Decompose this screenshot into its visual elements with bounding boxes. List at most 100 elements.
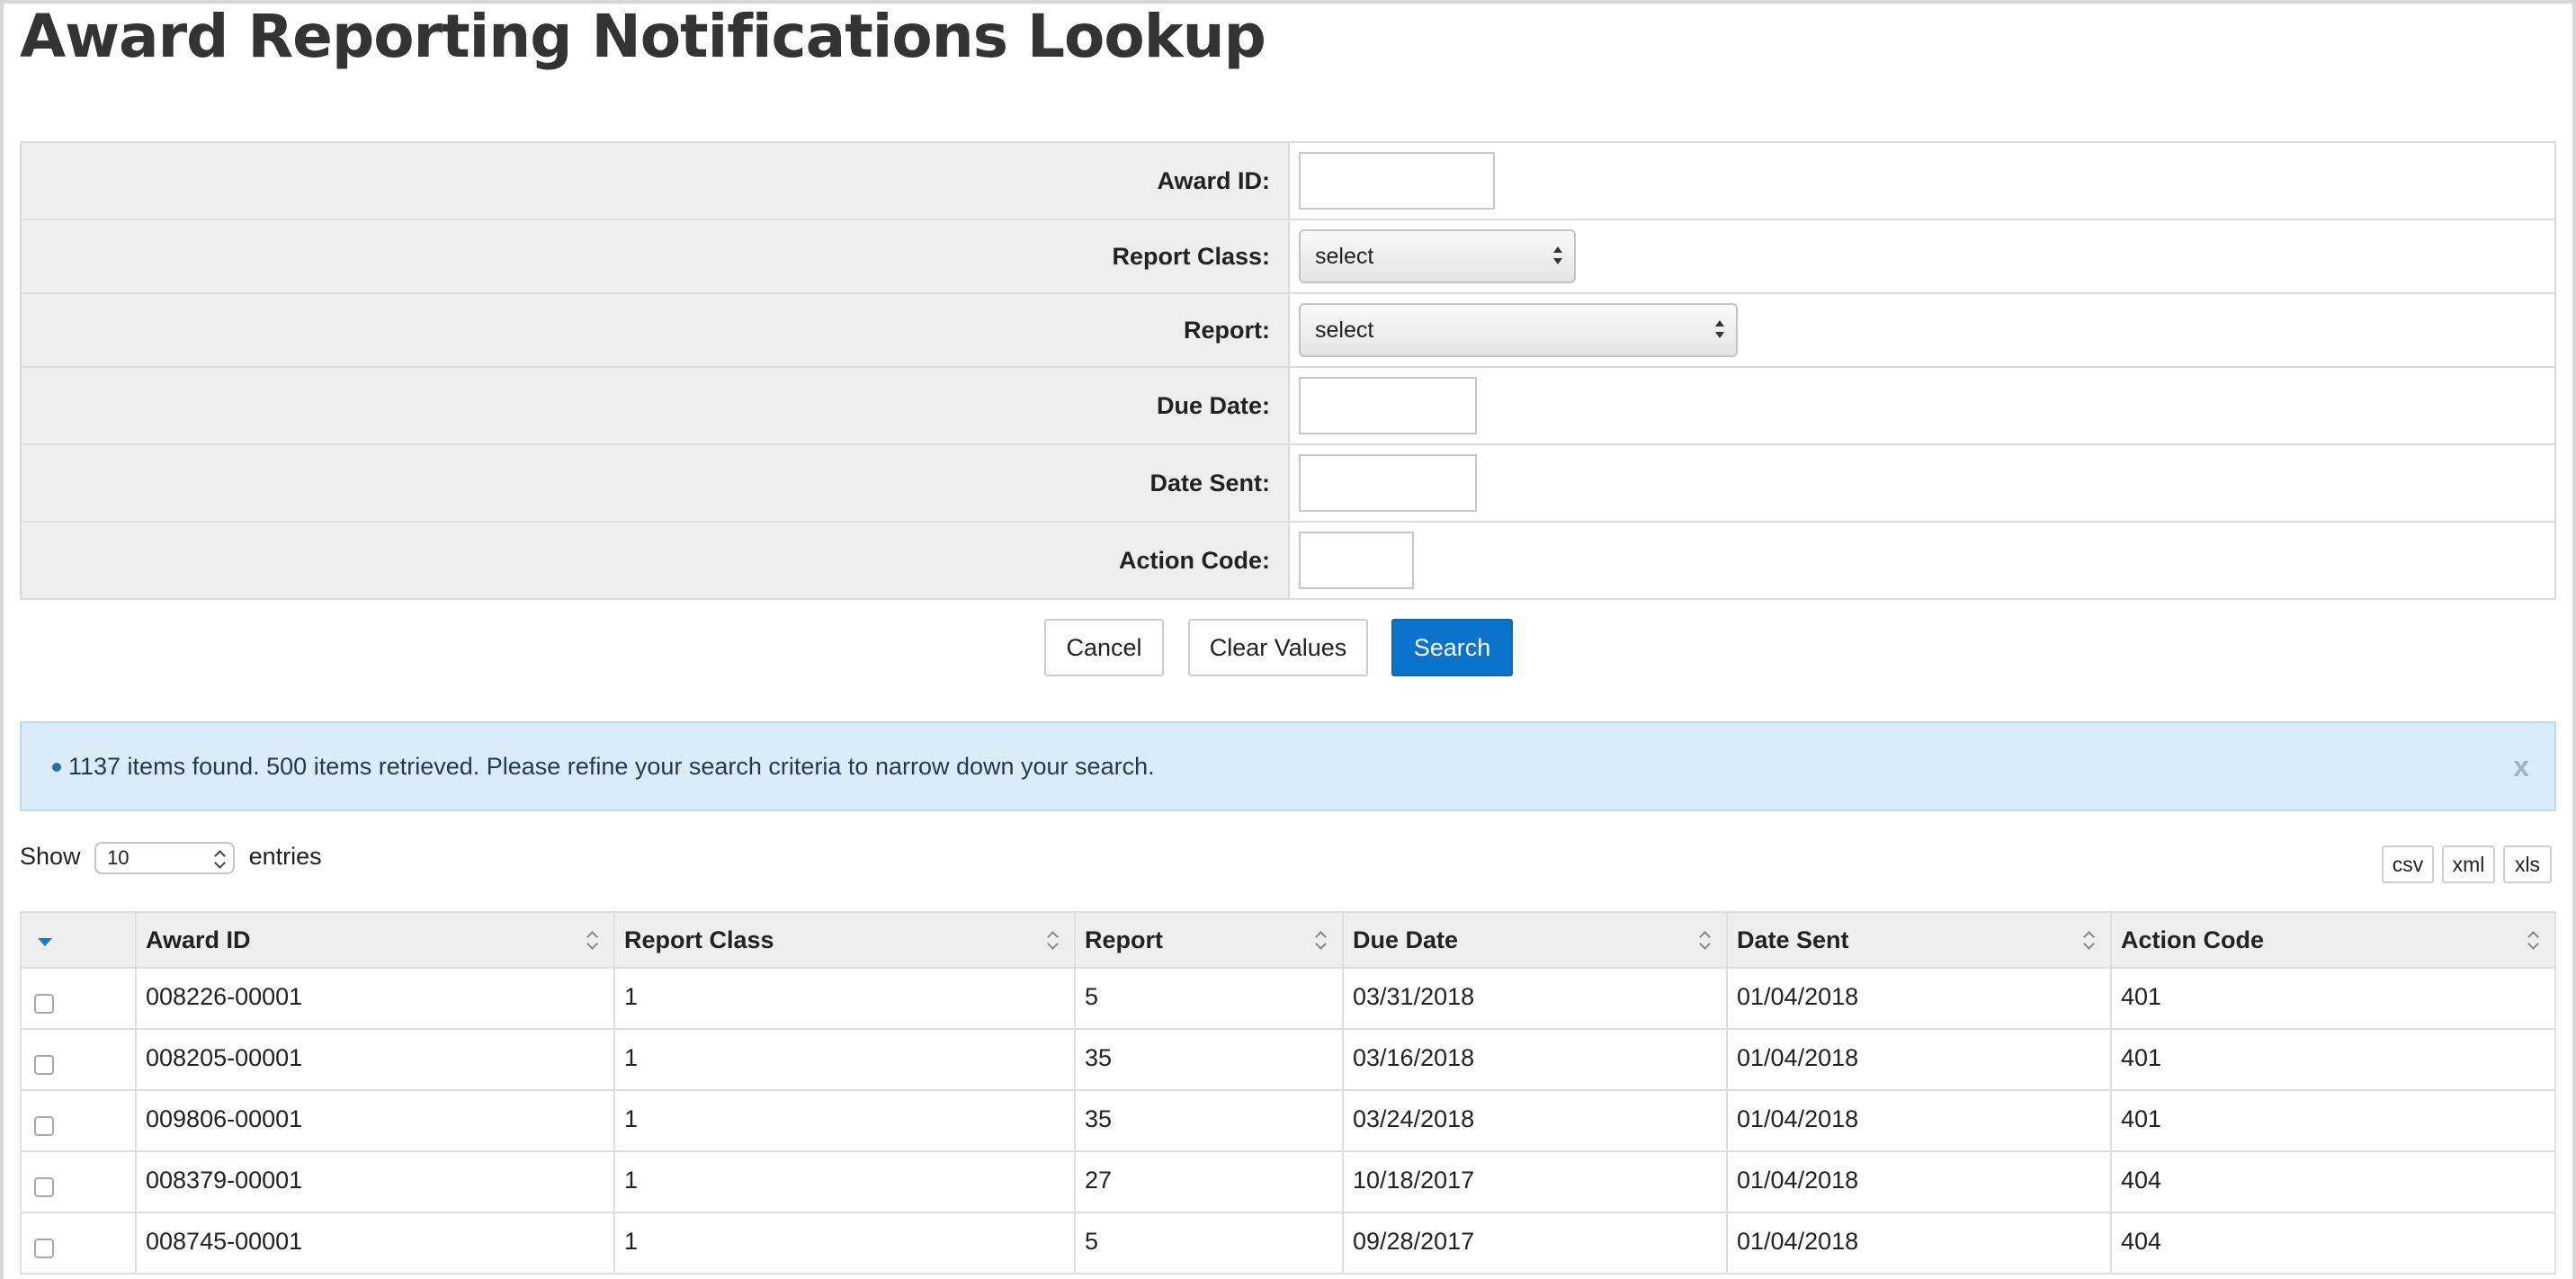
sort-icon: [1049, 929, 1060, 953]
row-checkbox[interactable]: [34, 1177, 54, 1197]
column-header-label: Date Sent: [1737, 926, 1849, 953]
entries-label: entries: [248, 843, 322, 871]
table-row[interactable]: 008226-00001 1 5 03/31/2018 01/04/2018 4…: [20, 967, 2556, 1030]
row-checkbox-cell: [20, 1212, 137, 1275]
row-checkbox-cell: [20, 967, 137, 1030]
award-id-cell: 008205-00001: [135, 1028, 615, 1091]
report-class-cell: 1: [613, 1212, 1076, 1275]
export-xml-button[interactable]: xml: [2442, 845, 2495, 883]
report-class-label: Report Class:: [20, 219, 1290, 294]
award-id-label: Award ID:: [20, 141, 1290, 220]
column-header-date-sent[interactable]: Date Sent: [1726, 911, 2112, 969]
page-length-select[interactable]: 10: [94, 842, 236, 874]
export-xls-button[interactable]: xls: [2503, 845, 2552, 883]
action-code-label: Action Code:: [20, 521, 1290, 600]
report-class-value: select: [1315, 244, 1374, 269]
column-header-label: Due Date: [1353, 926, 1459, 953]
table-row[interactable]: 009806-00001 1 35 03/24/2018 01/04/2018 …: [20, 1089, 2556, 1152]
chevron-updown-icon: [215, 847, 226, 872]
report-class-cell: 1: [613, 1028, 1076, 1091]
column-header-label: Action Code: [2121, 926, 2264, 953]
table-row[interactable]: 008205-00001 1 35 03/16/2018 01/04/2018 …: [20, 1028, 2556, 1091]
row-checkbox-cell: [20, 1089, 137, 1152]
due-date-cell: 10/18/2017: [1342, 1150, 1728, 1213]
column-header-due-date[interactable]: Due Date: [1342, 911, 1728, 969]
award-id-input[interactable]: [1299, 152, 1495, 210]
page-length-value: 10: [107, 846, 130, 869]
row-checkbox[interactable]: [34, 994, 54, 1014]
report-cell: 35: [1074, 1089, 1344, 1152]
column-header-label: Award ID: [146, 926, 251, 953]
award-id-cell: 008379-00001: [135, 1150, 615, 1213]
page-title: Award Reporting Notifications Lookup: [20, 2, 1266, 71]
cancel-button[interactable]: Cancel: [1044, 619, 1164, 676]
results-message: 1137 items found. 500 items retrieved. P…: [68, 753, 1155, 780]
row-checkbox-cell: [20, 1028, 137, 1091]
caret-down-icon: [38, 938, 52, 946]
column-header-action-code[interactable]: Action Code: [2110, 911, 2556, 969]
date-sent-cell: 01/04/2018: [1726, 1212, 2112, 1275]
select-column-header[interactable]: [20, 911, 137, 969]
due-date-cell: 03/24/2018: [1342, 1089, 1728, 1152]
row-checkbox[interactable]: [34, 1055, 54, 1075]
report-class-cell: 1: [613, 967, 1076, 1030]
row-checkbox-cell: [20, 1150, 137, 1213]
column-header-report-class[interactable]: Report Class: [613, 911, 1076, 969]
report-class-select[interactable]: select: [1299, 229, 1576, 283]
date-sent-cell: 01/04/2018: [1726, 1150, 2112, 1213]
action-code-cell: 404: [2110, 1150, 2556, 1213]
action-code-cell: 404: [2110, 1212, 2556, 1275]
clear-values-button[interactable]: Clear Values: [1188, 619, 1368, 676]
column-header-award-id[interactable]: Award ID: [135, 911, 615, 969]
table-row[interactable]: 008379-00001 1 27 10/18/2017 01/04/2018 …: [20, 1150, 2556, 1213]
search-button[interactable]: Search: [1391, 619, 1513, 676]
row-checkbox[interactable]: [34, 1239, 54, 1258]
due-date-label: Due Date:: [20, 366, 1290, 445]
sort-icon: [588, 929, 599, 953]
sort-icon: [1317, 929, 1328, 953]
due-date-input[interactable]: [1299, 377, 1477, 434]
export-csv-button[interactable]: csv: [2382, 845, 2434, 883]
select-arrows-icon: [1714, 315, 1725, 345]
select-arrows-icon: [1552, 241, 1563, 272]
report-cell: 5: [1074, 1212, 1344, 1275]
action-code-cell: 401: [2110, 1089, 2556, 1152]
column-header-report[interactable]: Report: [1074, 911, 1344, 969]
report-class-cell: 1: [613, 1089, 1076, 1152]
report-cell: 27: [1074, 1150, 1344, 1213]
page-length-control: Show 10 entries: [20, 842, 322, 874]
date-sent-input[interactable]: [1299, 454, 1477, 512]
column-header-label: Report Class: [624, 926, 774, 953]
date-sent-cell: 01/04/2018: [1726, 1089, 2112, 1152]
report-cell: 35: [1074, 1028, 1344, 1091]
show-label: Show: [20, 843, 81, 871]
award-id-cell: 009806-00001: [135, 1089, 615, 1152]
lookup-form: Award ID: Report Class: select Report: s…: [20, 141, 2556, 600]
award-id-cell: 008745-00001: [135, 1212, 615, 1275]
due-date-cell: 09/28/2017: [1342, 1212, 1728, 1275]
row-checkbox[interactable]: [34, 1116, 54, 1136]
column-header-label: Report: [1085, 926, 1163, 953]
action-code-cell: 401: [2110, 1028, 2556, 1091]
report-label: Report:: [20, 292, 1290, 368]
bullet-icon: [52, 763, 61, 772]
results-info-bar: 1137 items found. 500 items retrieved. P…: [20, 721, 2556, 811]
report-cell: 5: [1074, 967, 1344, 1030]
action-code-input[interactable]: [1299, 532, 1414, 589]
date-sent-cell: 01/04/2018: [1726, 1028, 2112, 1091]
report-select[interactable]: select: [1299, 303, 1738, 357]
award-id-cell: 008226-00001: [135, 967, 615, 1030]
table-header-row: Award ID Report Class Report Due Date Da…: [20, 911, 2556, 969]
close-icon[interactable]: x: [2513, 750, 2529, 783]
due-date-cell: 03/31/2018: [1342, 967, 1728, 1030]
sort-icon: [2529, 929, 2540, 953]
results-table: Award ID Report Class Report Due Date Da…: [20, 911, 2556, 1275]
date-sent-cell: 01/04/2018: [1726, 967, 2112, 1030]
action-code-cell: 401: [2110, 967, 2556, 1030]
sort-icon: [2085, 929, 2096, 953]
report-value: select: [1315, 318, 1374, 343]
sort-icon: [1701, 929, 1712, 953]
table-row[interactable]: 008745-00001 1 5 09/28/2017 01/04/2018 4…: [20, 1212, 2556, 1275]
report-class-cell: 1: [613, 1150, 1076, 1213]
date-sent-label: Date Sent:: [20, 443, 1290, 523]
